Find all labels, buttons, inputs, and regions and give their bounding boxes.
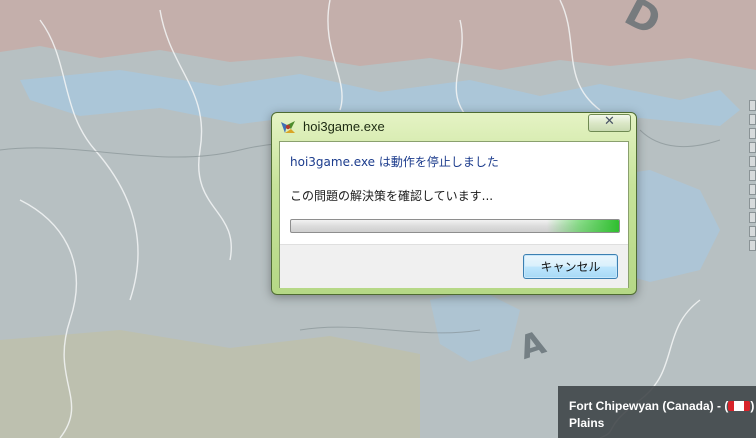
flag-icon [728,401,751,411]
side-toolbar-button[interactable] [749,114,756,125]
map-side-toolbar [749,100,756,254]
close-icon: ✕ [604,114,615,129]
app-icon [281,121,295,133]
dialog-content: hoi3game.exe は動作を停止しました この問題の解決策を確認しています… [279,141,629,288]
side-toolbar-button[interactable] [749,198,756,209]
side-toolbar-button[interactable] [749,170,756,181]
status-message: この問題の解決策を確認しています... [290,189,494,203]
dialog-title: hoi3game.exe [303,119,385,134]
error-headline: hoi3game.exe は動作を停止しました [290,155,499,169]
side-toolbar-button[interactable] [749,128,756,139]
dialog-footer: キャンセル [280,244,628,288]
cancel-button[interactable]: キャンセル [523,254,618,279]
province-tooltip: Fort Chipewyan (Canada) - () Plains [558,386,756,438]
side-toolbar-button[interactable] [749,100,756,111]
tooltip-province-name: Fort Chipewyan (Canada) - ( [569,399,729,413]
dialog-titlebar[interactable]: hoi3game.exe ✕ [272,113,636,141]
side-toolbar-button[interactable] [749,142,756,153]
side-toolbar-button[interactable] [749,212,756,223]
tooltip-paren-close: ) [750,399,755,413]
progress-bar [290,219,620,233]
side-toolbar-button[interactable] [749,226,756,237]
crash-dialog: hoi3game.exe ✕ hoi3game.exe は動作を停止しました こ… [271,112,637,295]
side-toolbar-button[interactable] [749,240,756,251]
tooltip-line-1: Fort Chipewyan (Canada) - () [569,398,756,415]
progress-marquee [546,220,619,232]
side-toolbar-button[interactable] [749,184,756,195]
side-toolbar-button[interactable] [749,156,756,167]
tooltip-terrain: Plains [569,416,605,430]
close-button[interactable]: ✕ [588,114,631,132]
